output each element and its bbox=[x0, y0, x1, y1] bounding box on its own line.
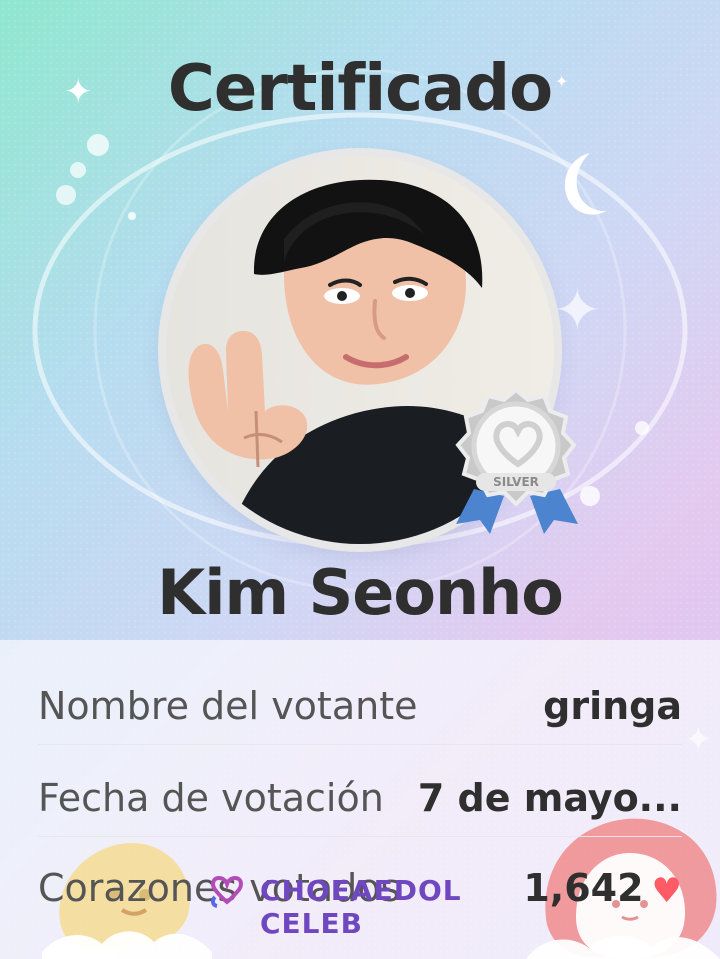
badge-label: SILVER bbox=[493, 475, 539, 489]
certificate-card: ✦ ✦ ✦ ✦ Certificado bbox=[0, 0, 720, 959]
heart-icon: ♥ bbox=[651, 870, 682, 911]
voter-name-label: Nombre del votante bbox=[38, 684, 418, 728]
choeaedol-logo-icon bbox=[210, 875, 243, 908]
page-title: Certificado bbox=[167, 52, 553, 126]
moon-icon bbox=[564, 153, 606, 215]
sparkle-icon: ✦ bbox=[553, 276, 602, 344]
vote-date-label: Fecha de votación bbox=[38, 776, 384, 820]
brand-watermark: CHOEAEDOL CELEB bbox=[202, 872, 532, 940]
celebrity-name: Kim Seonho bbox=[157, 556, 564, 629]
voter-name-value: gringa bbox=[543, 684, 682, 728]
watermark-text: CHOEAEDOL CELEB bbox=[260, 874, 462, 940]
silver-medal-icon: SILVER bbox=[455, 387, 578, 534]
hearts-count: 1,642 bbox=[523, 866, 644, 910]
voter-name-row: Nombre del votante gringa bbox=[38, 684, 682, 745]
vote-date-row: Fecha de votación 7 de mayo... bbox=[38, 776, 682, 837]
hearts-voted-value: 1,642 ♥ bbox=[523, 866, 682, 911]
vote-date-value: 7 de mayo... bbox=[417, 776, 682, 820]
